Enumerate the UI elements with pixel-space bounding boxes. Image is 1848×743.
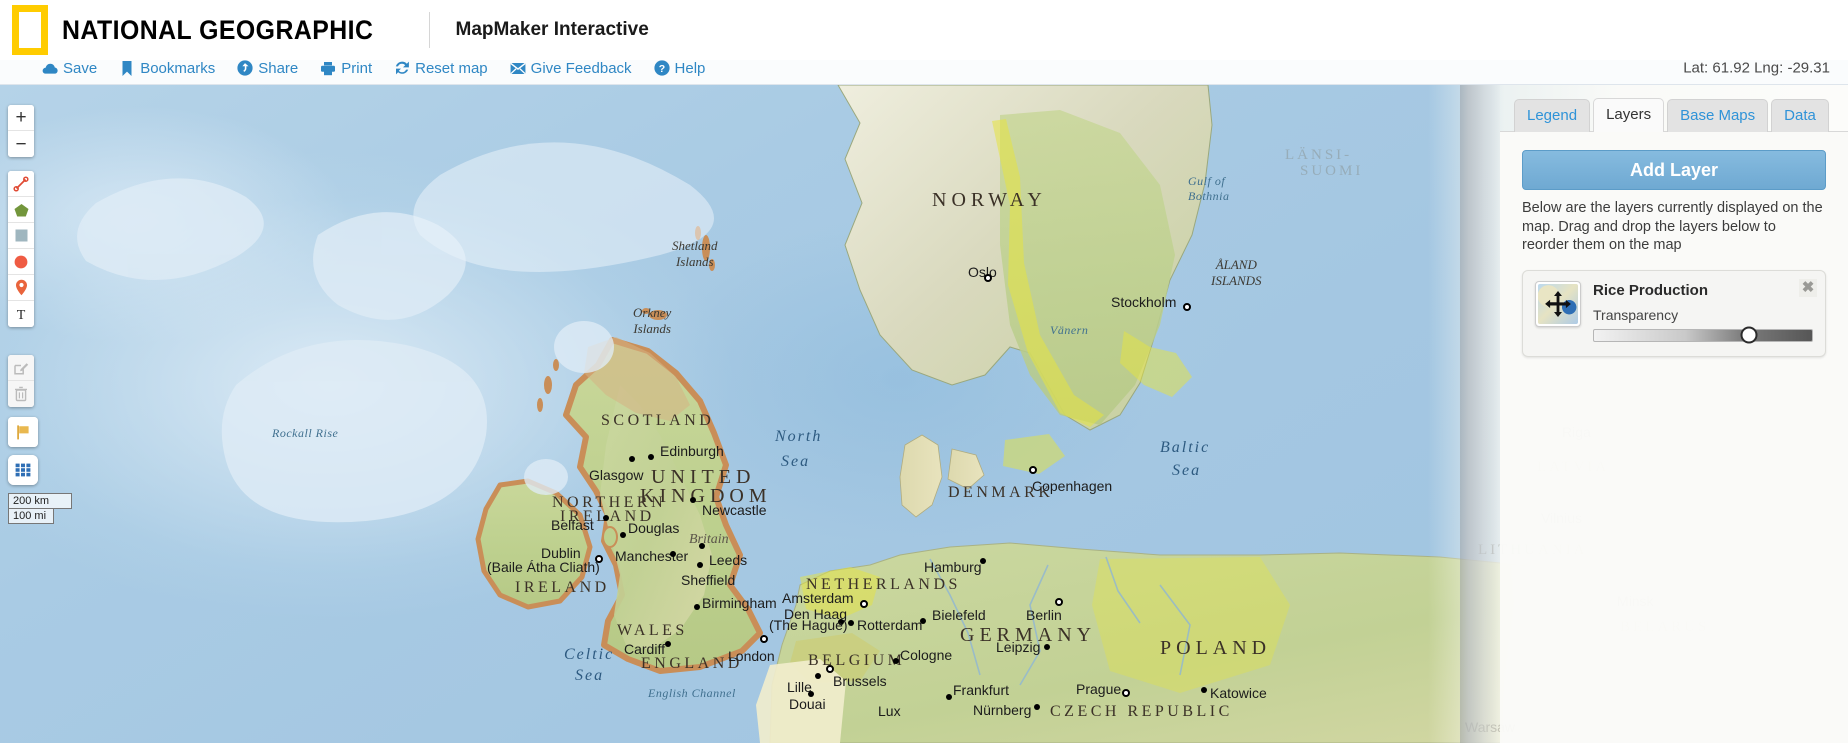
line-icon xyxy=(13,175,29,192)
cloud-icon xyxy=(42,60,58,76)
layer-card[interactable]: Rice Production Transparency ✖ xyxy=(1522,269,1826,357)
add-layer-button[interactable]: Add Layer xyxy=(1522,150,1826,190)
panel-body: Add Layer Below are the layers currently… xyxy=(1500,131,1848,743)
share-button[interactable]: Share xyxy=(237,60,298,77)
move-handle-icon[interactable] xyxy=(1544,290,1572,318)
bookmarks-button[interactable]: Bookmarks xyxy=(119,60,215,77)
panel-description: Below are the layers currently displayed… xyxy=(1522,200,1823,254)
edit-pencil-icon xyxy=(13,360,29,376)
svg-text:?: ? xyxy=(658,63,664,75)
panel-tabs: Legend Layers Base Maps Data xyxy=(1500,85,1848,132)
bookmark-icon xyxy=(119,60,135,76)
reset-map-label: Reset map xyxy=(415,59,488,77)
brand-wordmark: NATIONAL GEOGRAPHIC xyxy=(62,14,374,45)
flag-tool-button[interactable] xyxy=(8,417,38,447)
page-title: MapMaker Interactive xyxy=(455,19,649,40)
envelope-icon xyxy=(510,60,526,76)
delete-shapes-tool[interactable] xyxy=(8,381,34,407)
trash-icon xyxy=(14,386,28,402)
layer-title: Rice Production xyxy=(1593,281,1709,299)
text-icon: T xyxy=(13,306,29,322)
layer-details: Rice Production Transparency xyxy=(1593,281,1813,344)
draw-rectangle-tool[interactable] xyxy=(8,223,34,249)
flag-icon xyxy=(14,423,32,441)
zoom-in-label: + xyxy=(15,107,27,128)
question-circle-icon: ? xyxy=(653,60,670,76)
tab-layers[interactable]: Layers xyxy=(1593,98,1665,132)
edit-tools xyxy=(8,355,34,407)
transparency-slider-handle[interactable] xyxy=(1740,326,1758,344)
give-feedback-button[interactable]: Give Feedback xyxy=(510,60,632,77)
flag-tool[interactable] xyxy=(8,417,38,447)
give-feedback-label: Give Feedback xyxy=(530,59,632,77)
zoom-controls: + − xyxy=(8,105,34,157)
zoom-out-label: − xyxy=(15,133,27,155)
mapmaker-app: NATIONAL GEOGRAPHIC MapMaker Interactive… xyxy=(0,0,1848,743)
printer-icon xyxy=(320,60,336,76)
draw-line-tool[interactable] xyxy=(8,171,34,197)
tab-data[interactable]: Data xyxy=(1771,99,1829,132)
map-pin-icon xyxy=(15,279,28,296)
print-button[interactable]: Print xyxy=(320,60,372,77)
save-button[interactable]: Save xyxy=(42,60,97,77)
layer-thumbnail[interactable] xyxy=(1535,280,1581,327)
app-header: NATIONAL GEOGRAPHIC MapMaker Interactive xyxy=(0,0,1848,60)
tab-base-maps[interactable]: Base Maps xyxy=(1667,99,1769,132)
zoom-out-button[interactable]: − xyxy=(8,131,34,157)
bookmarks-label: Bookmarks xyxy=(140,59,216,77)
help-label: Help xyxy=(674,59,706,77)
circle-icon xyxy=(13,254,29,270)
refresh-icon xyxy=(394,60,410,76)
reset-map-button[interactable]: Reset map xyxy=(394,60,488,77)
drawing-tools: T xyxy=(8,171,34,327)
side-panel: Legend Layers Base Maps Data Add Layer Belo… xyxy=(1500,85,1848,743)
drop-marker-tool[interactable] xyxy=(8,275,34,301)
add-text-tool[interactable]: T xyxy=(8,301,34,327)
national-geographic-logo[interactable] xyxy=(12,5,48,55)
coordinates-readout: Lat: 61.92 Lng: -29.31 xyxy=(1683,59,1830,77)
polygon-icon xyxy=(13,202,30,218)
scale-bar: 200 km 100 mi xyxy=(8,493,72,524)
svg-text:T: T xyxy=(17,308,26,322)
scale-mi: 100 mi xyxy=(8,509,54,524)
tab-legend[interactable]: Legend xyxy=(1514,99,1591,132)
header-divider xyxy=(428,12,430,48)
share-icon xyxy=(237,60,253,76)
transparency-slider[interactable] xyxy=(1593,326,1813,344)
grid-icon xyxy=(14,461,32,479)
draw-polygon-tool[interactable] xyxy=(8,197,34,223)
remove-layer-button[interactable]: ✖ xyxy=(1799,278,1817,297)
layer-list: Rice Production Transparency ✖ xyxy=(1522,269,1826,357)
grid-tool[interactable] xyxy=(8,455,38,485)
draw-circle-tool[interactable] xyxy=(8,249,34,275)
zoom-in-button[interactable]: + xyxy=(8,105,34,131)
share-label: Share xyxy=(258,59,299,77)
rectangle-icon xyxy=(14,228,29,243)
transparency-label: Transparency xyxy=(1593,306,1679,323)
edit-shapes-tool[interactable] xyxy=(8,355,34,381)
save-label: Save xyxy=(63,59,98,77)
help-button[interactable]: ? Help xyxy=(653,59,706,77)
print-label: Print xyxy=(341,59,373,77)
scale-km: 200 km xyxy=(8,493,72,509)
grid-tool-button[interactable] xyxy=(8,455,38,485)
